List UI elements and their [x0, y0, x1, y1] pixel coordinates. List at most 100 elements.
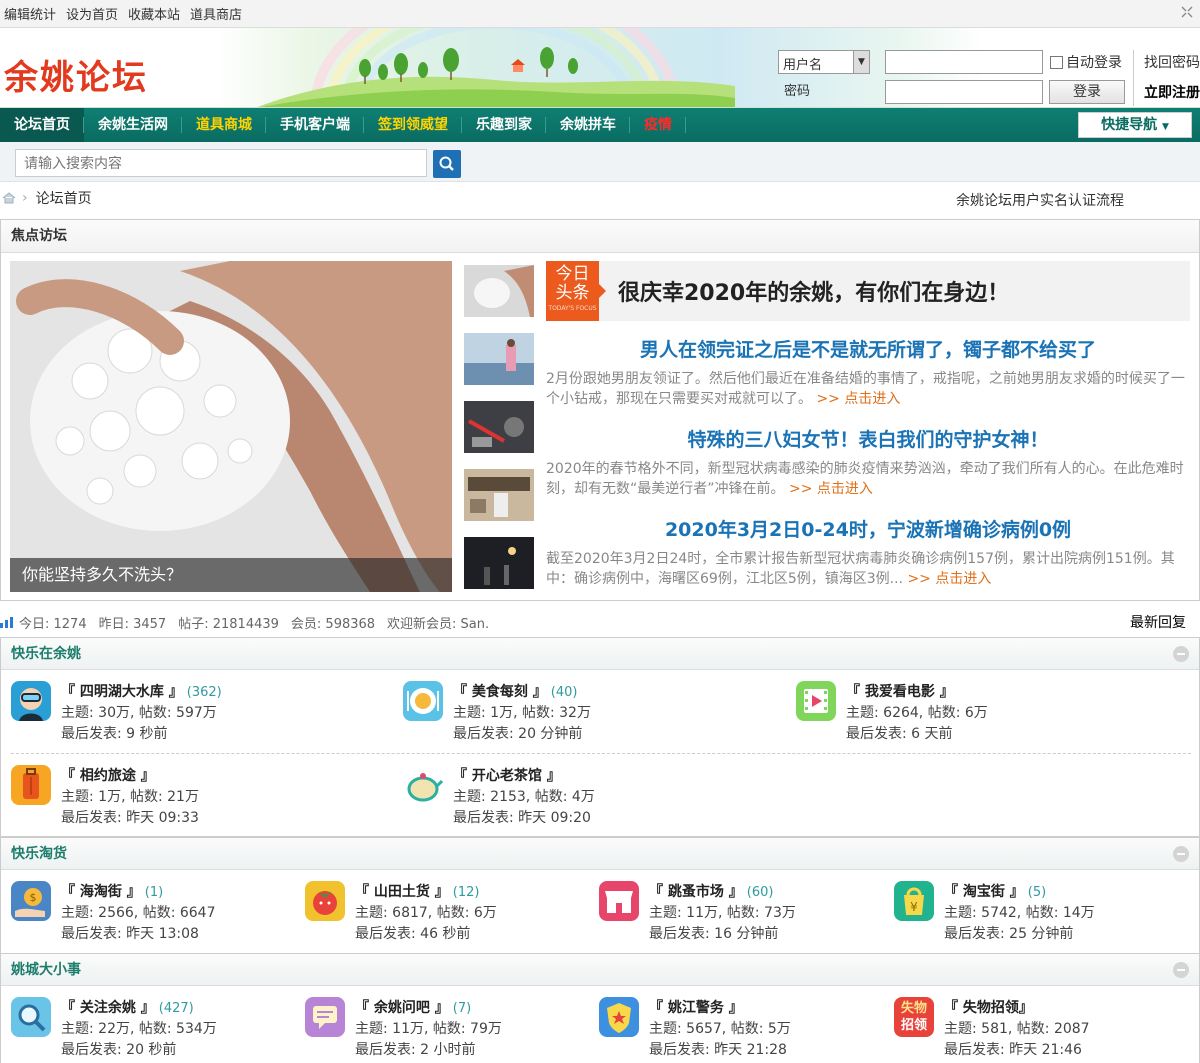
nav-item-carpool[interactable]: 余姚拼车: [546, 108, 630, 142]
forum-last-post[interactable]: 最后发表: 25 分钟前: [944, 923, 1073, 943]
login-type-select[interactable]: 用户名 ▼: [778, 50, 870, 74]
group-header: 快乐在余姚: [1, 638, 1199, 670]
forum-title[interactable]: 『 美食每刻 』: [453, 684, 547, 700]
nav-item-item-mall[interactable]: 道具商城: [182, 108, 266, 142]
group-title[interactable]: 快乐淘货: [11, 846, 67, 862]
headline-title[interactable]: 很庆幸2020年的余姚，有你们在身边！: [618, 275, 1009, 307]
forum-today-count: (5): [1027, 885, 1047, 900]
forum-title[interactable]: 『 姚江警务 』: [649, 1000, 743, 1016]
forum-last-post[interactable]: 最后发表: 16 分钟前: [649, 923, 778, 943]
breadcrumb-separator: ›: [22, 190, 28, 206]
search-input[interactable]: [15, 149, 427, 177]
news-title[interactable]: 2020年3月2日0-24时，宁波新增确诊病例0例: [546, 517, 1190, 543]
today-headline[interactable]: 今日 头条 TODAY'S FOCUS 很庆幸2020年的余姚，有你们在身边！: [546, 261, 1190, 321]
forum-name: 『 跳蚤市场 』 (60): [649, 881, 773, 901]
news-item: 特殊的三八妇女节！表白我们的守护女神！ 2020年的春节格外不同，新型冠状病毒感…: [546, 427, 1190, 499]
stat-posts: 帖子: 21814439: [178, 616, 279, 632]
nav-item-mobile-client[interactable]: 手机客户端: [266, 108, 364, 142]
forum-title[interactable]: 『 失物招领』: [944, 1000, 1033, 1016]
group-title[interactable]: 姚城大小事: [11, 962, 81, 978]
news-more-link[interactable]: >> 点击进入: [789, 481, 873, 497]
register-link[interactable]: 立即注册: [1144, 82, 1200, 102]
news-more-link[interactable]: >> 点击进入: [816, 391, 900, 407]
site-logo[interactable]: 余姚论坛: [4, 50, 148, 99]
forum-title[interactable]: 『 淘宝街 』: [944, 884, 1024, 900]
password-input[interactable]: [885, 80, 1043, 104]
nav-item-epidemic[interactable]: 疫情: [630, 108, 686, 142]
nav-item-checkin[interactable]: 签到领威望: [364, 108, 462, 142]
quick-nav-button[interactable]: 快捷导航 ▼: [1078, 112, 1192, 138]
thumbnail-5[interactable]: [464, 537, 534, 589]
forum-stats-line: 主题: 22万, 帖数: 534万: [61, 1021, 217, 1037]
item-shop-link[interactable]: 道具商店: [190, 4, 242, 23]
collapse-icon[interactable]: [1173, 846, 1189, 862]
breadcrumb-current[interactable]: 论坛首页: [36, 188, 92, 208]
auto-login-checkbox[interactable]: 自动登录: [1050, 52, 1122, 72]
shop-icon: [599, 881, 639, 921]
forum-last-post[interactable]: 最后发表: 46 秒前: [355, 923, 470, 943]
forum-last-post[interactable]: 最后发表: 20 分钟前: [453, 723, 582, 743]
username-input[interactable]: [885, 50, 1043, 74]
diver-icon: [11, 681, 51, 721]
news-more-link[interactable]: >> 点击进入: [907, 571, 991, 587]
thumbnail-3[interactable]: [464, 401, 534, 453]
news-summary-text: 截至2020年3月2日24时，全市累计报告新型冠状病毒肺炎确诊病例157例，累计…: [546, 551, 1175, 587]
latest-replies-link[interactable]: 最新回复: [1130, 612, 1186, 632]
forum-stats-line: 主题: 11万, 帖数: 79万: [355, 1021, 502, 1037]
forum-group: 快乐在余姚 『 四明湖大水库 』 (362) 主题: 30万, 帖数: 597万 …: [0, 637, 1200, 837]
real-name-auth-link[interactable]: 余姚论坛用户实名认证流程: [956, 190, 1124, 210]
forum-last-post[interactable]: 最后发表: 昨天 13:08: [61, 923, 199, 943]
forum-title[interactable]: 『 关注余姚 』: [61, 1000, 155, 1016]
teapot-icon: [403, 765, 443, 805]
search-button[interactable]: [433, 150, 461, 178]
today-badge: 今日 头条 TODAY'S FOCUS: [546, 261, 606, 321]
forum-name: 『 山田土货 』 (12): [355, 881, 479, 901]
forum-title[interactable]: 『 开心老茶馆 』: [453, 768, 561, 784]
forum-last-post[interactable]: 最后发表: 昨天 21:46: [944, 1039, 1082, 1059]
forum-title[interactable]: 『 四明湖大水库 』: [61, 684, 183, 700]
forum-stats: 今日: 1274 昨日: 3457 帖子: 21814439 会员: 59836…: [0, 611, 1200, 633]
collapse-icon[interactable]: [1173, 646, 1189, 662]
forum-today-count: (1): [144, 885, 164, 900]
stat-welcome[interactable]: 欢迎新会员: San.: [387, 613, 489, 632]
today-badge-en: TODAY'S FOCUS: [548, 305, 597, 312]
thumbnail-1[interactable]: [464, 265, 534, 317]
forum-last-post[interactable]: 最后发表: 9 秒前: [61, 723, 168, 743]
thumbnail-2[interactable]: [464, 333, 534, 385]
forum-last-post[interactable]: 最后发表: 20 秒前: [61, 1039, 176, 1059]
nav-item-fun-home[interactable]: 乐趣到家: [462, 108, 546, 142]
forum-title[interactable]: 『 相约旅途 』: [61, 768, 155, 784]
edit-stats-link[interactable]: 编辑统计: [4, 4, 56, 23]
bookmark-link[interactable]: 收藏本站: [128, 4, 180, 23]
forgot-password-link[interactable]: 找回密码: [1144, 52, 1200, 72]
search-icon: [439, 156, 454, 171]
forum-last-post[interactable]: 最后发表: 2 小时前: [355, 1039, 476, 1059]
film-icon: [796, 681, 836, 721]
forum-last-post[interactable]: 最后发表: 6 天前: [846, 723, 953, 743]
focus-main-image[interactable]: 你能坚持多久不洗头？: [10, 261, 452, 592]
group-title[interactable]: 快乐在余姚: [11, 646, 81, 662]
news-title[interactable]: 特殊的三八妇女节！表白我们的守护女神！: [546, 427, 1190, 453]
fullscreen-toggle-icon[interactable]: [1180, 6, 1194, 20]
magnifier-icon: [11, 997, 51, 1037]
set-homepage-link[interactable]: 设为首页: [66, 4, 118, 23]
collapse-icon[interactable]: [1173, 962, 1189, 978]
forum-title[interactable]: 『 跳蚤市场 』: [649, 884, 743, 900]
nav-item-yuyao-life[interactable]: 余姚生活网: [84, 108, 182, 142]
forum-last-post[interactable]: 最后发表: 昨天 09:20: [453, 807, 591, 827]
thumbnail-4[interactable]: [464, 469, 534, 521]
forum-title[interactable]: 『 余姚问吧 』: [355, 1000, 449, 1016]
forum-title[interactable]: 『 我爱看电影 』: [846, 684, 954, 700]
suitcase-icon: [11, 765, 51, 805]
login-button[interactable]: 登录: [1049, 80, 1125, 104]
forum-title[interactable]: 『 山田土货 』: [355, 884, 449, 900]
nav-item-forum-home[interactable]: 论坛首页: [0, 108, 84, 142]
lost-found-icon-line2: 招领: [900, 1018, 927, 1033]
forum-title[interactable]: 『 海淘街 』: [61, 884, 141, 900]
home-icon[interactable]: [2, 192, 16, 204]
quick-nav-label: 快捷导航: [1101, 117, 1158, 133]
hair-washing-photo-icon: [10, 261, 452, 592]
forum-last-post[interactable]: 最后发表: 昨天 21:28: [649, 1039, 787, 1059]
forum-last-post[interactable]: 最后发表: 昨天 09:33: [61, 807, 199, 827]
news-title[interactable]: 男人在领完证之后是不是就无所谓了，镯子都不给买了: [546, 337, 1190, 363]
